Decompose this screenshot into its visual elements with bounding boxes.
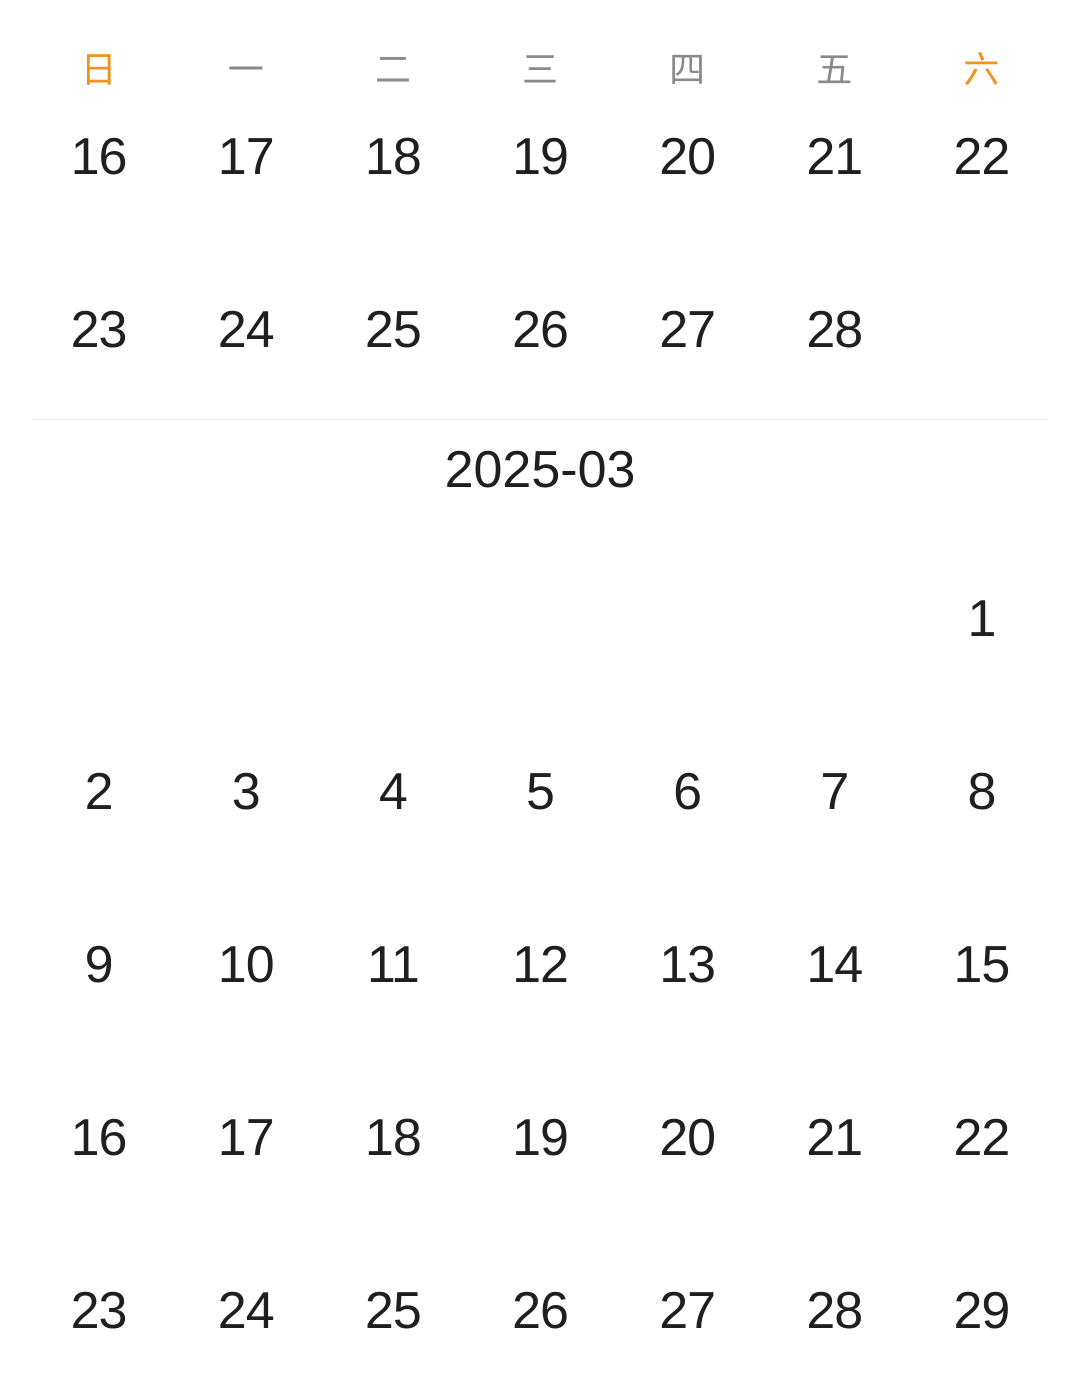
day-cell[interactable]: 26 <box>466 243 613 416</box>
day-cell[interactable]: 19 <box>466 70 613 243</box>
day-cell[interactable]: 15 <box>908 878 1055 1051</box>
day-cell[interactable]: 10 <box>172 878 319 1051</box>
day-cell[interactable]: 25 <box>319 243 466 416</box>
day-cell[interactable]: 21 <box>761 1051 908 1224</box>
day-cell[interactable]: 29 <box>908 1224 1055 1397</box>
march-days-grid: 1 2 3 4 5 6 7 8 9 10 11 12 13 14 15 16 1… <box>25 532 1055 1397</box>
day-cell[interactable]: 21 <box>761 70 908 243</box>
day-cell[interactable]: 20 <box>614 70 761 243</box>
day-cell[interactable]: 25 <box>319 1224 466 1397</box>
day-cell[interactable]: 8 <box>908 705 1055 878</box>
day-cell[interactable]: 4 <box>319 705 466 878</box>
february-month: 16 17 18 19 20 21 22 23 24 25 26 27 28 <box>25 70 1055 416</box>
day-cell[interactable]: 23 <box>25 1224 172 1397</box>
day-cell[interactable]: 23 <box>25 243 172 416</box>
day-cell[interactable]: 17 <box>172 1051 319 1224</box>
day-cell[interactable]: 16 <box>25 70 172 243</box>
day-cell[interactable]: 28 <box>761 1224 908 1397</box>
day-cell[interactable]: 2 <box>25 705 172 878</box>
february-days-grid: 16 17 18 19 20 21 22 23 24 25 26 27 28 <box>25 70 1055 416</box>
day-cell[interactable]: 27 <box>614 243 761 416</box>
day-cell[interactable]: 3 <box>172 705 319 878</box>
day-cell[interactable]: 22 <box>908 1051 1055 1224</box>
day-cell[interactable]: 17 <box>172 70 319 243</box>
day-cell[interactable]: 5 <box>466 705 613 878</box>
day-cell[interactable]: 14 <box>761 878 908 1051</box>
day-cell[interactable]: 13 <box>614 878 761 1051</box>
day-cell[interactable]: 19 <box>466 1051 613 1224</box>
day-cell[interactable]: 9 <box>25 878 172 1051</box>
march-month: 1 2 3 4 5 6 7 8 9 10 11 12 13 14 15 16 1… <box>25 532 1055 1397</box>
day-cell[interactable]: 22 <box>908 70 1055 243</box>
day-cell[interactable]: 26 <box>466 1224 613 1397</box>
day-cell[interactable]: 11 <box>319 878 466 1051</box>
day-cell[interactable]: 18 <box>319 1051 466 1224</box>
day-cell[interactable]: 12 <box>466 878 613 1051</box>
day-cell[interactable]: 28 <box>761 243 908 416</box>
month-divider <box>33 419 1047 420</box>
day-cell[interactable]: 7 <box>761 705 908 878</box>
day-cell[interactable]: 16 <box>25 1051 172 1224</box>
day-cell[interactable]: 24 <box>172 1224 319 1397</box>
day-cell[interactable]: 24 <box>172 243 319 416</box>
day-cell[interactable]: 18 <box>319 70 466 243</box>
day-cell[interactable]: 27 <box>614 1224 761 1397</box>
day-cell[interactable]: 6 <box>614 705 761 878</box>
day-cell[interactable]: 1 <box>908 532 1055 705</box>
month-title: 2025-03 <box>444 441 636 499</box>
day-cell[interactable]: 20 <box>614 1051 761 1224</box>
